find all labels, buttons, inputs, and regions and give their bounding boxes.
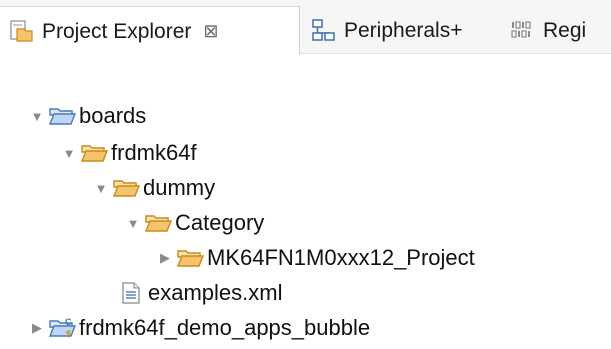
project-explorer-icon bbox=[10, 20, 33, 42]
peripherals-icon bbox=[312, 19, 335, 41]
project-tree: ▼ boards ▼ frdmk64f ▼ dummy ▼ Category ▶… bbox=[0, 54, 611, 349]
project-explorer-view: Project Explorer ⊠ Peripherals+ Regi ▼ b… bbox=[0, 0, 611, 349]
svg-text:$: $ bbox=[66, 329, 71, 339]
tree-item-label: MK64FN1M0xxx12_Project bbox=[207, 245, 475, 270]
expand-toggle-icon[interactable]: ▼ bbox=[94, 181, 108, 196]
tab-registers[interactable]: Regi bbox=[509, 6, 586, 54]
open-folder-icon bbox=[144, 215, 172, 232]
tree-item-label: frdmk64f_demo_apps_bubble bbox=[79, 315, 371, 340]
expand-toggle-icon[interactable]: ▼ bbox=[126, 216, 140, 231]
tab-registers-label: Regi bbox=[543, 18, 587, 42]
expand-toggle-icon[interactable]: ▶ bbox=[158, 250, 172, 265]
open-folder-icon bbox=[112, 180, 140, 197]
tree-item-label: dummy bbox=[143, 175, 216, 200]
registers-icon bbox=[511, 21, 531, 38]
tree-item-label: frdmk64f bbox=[111, 140, 197, 165]
tree-item-examples-xml[interactable]: examples.xml bbox=[120, 277, 282, 309]
tree-item-label: boards bbox=[79, 103, 147, 128]
expand-toggle-icon[interactable]: ▼ bbox=[30, 109, 44, 124]
tree-item-boards[interactable]: ▼ boards bbox=[30, 100, 147, 132]
tree-item-category[interactable]: ▼ Category bbox=[126, 207, 265, 239]
view-tab-bar: Project Explorer ⊠ Peripherals+ Regi bbox=[0, 0, 611, 55]
xml-file-icon bbox=[122, 282, 140, 304]
tree-item-label: examples.xml bbox=[148, 280, 283, 305]
c-project-icon: C $ bbox=[48, 317, 76, 339]
tree-item-mk64fn1m0xxx12-project[interactable]: ▶ MK64FN1M0xxx12_Project bbox=[158, 242, 475, 274]
tree-item-frdmk64f-demo-apps-bubble[interactable]: ▶ C $ frdmk64f_demo_apps_bubble bbox=[30, 312, 370, 344]
tab-project-explorer[interactable]: Project Explorer ⊠ bbox=[0, 6, 300, 55]
tree-item-frdmk64f[interactable]: ▼ frdmk64f bbox=[62, 137, 197, 169]
expand-toggle-icon[interactable]: ▶ bbox=[30, 320, 44, 335]
tab-peripherals-label: Peripherals+ bbox=[344, 18, 463, 42]
open-folder-icon bbox=[80, 145, 108, 162]
tree-item-label: Category bbox=[175, 210, 265, 235]
tree-item-dummy[interactable]: ▼ dummy bbox=[94, 172, 216, 204]
folder-icon bbox=[176, 250, 204, 267]
svg-text:C: C bbox=[65, 317, 72, 327]
tab-project-explorer-label: Project Explorer bbox=[42, 19, 192, 43]
close-icon[interactable]: ⊠ bbox=[203, 21, 218, 42]
expand-toggle-icon[interactable]: ▼ bbox=[62, 146, 76, 161]
tab-peripherals[interactable]: Peripherals+ bbox=[310, 6, 462, 54]
open-folder-blue-icon bbox=[48, 108, 76, 125]
